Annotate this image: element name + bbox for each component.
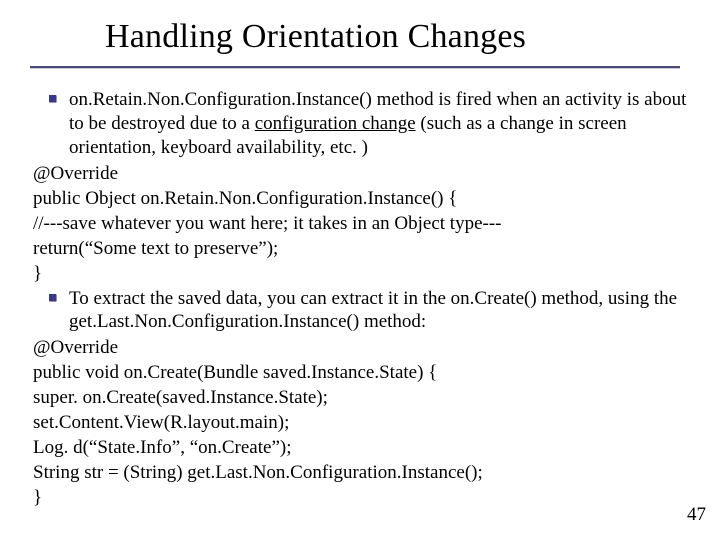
- code-line: return(“Some text to preserve”);: [33, 237, 688, 261]
- code-line: @Override: [33, 336, 688, 360]
- bullet-1-text-underlined: configuration change: [255, 113, 416, 134]
- slide-content: on.Retain.Non.Configuration.Instance() m…: [33, 88, 688, 511]
- slide-title: Handling Orientation Changes: [105, 18, 526, 56]
- bullet-item-2: To extract the saved data, you can extra…: [33, 287, 688, 335]
- code-line: //---save whatever you want here; it tak…: [33, 212, 688, 236]
- code-line: public void on.Create(Bundle saved.Insta…: [33, 361, 688, 385]
- code-line: Log. d(“State.Info”, “on.Create”);: [33, 436, 688, 460]
- square-bullet-icon: [49, 95, 56, 102]
- page-number: 47: [687, 504, 706, 526]
- code-line: public Object on.Retain.Non.Configuratio…: [33, 187, 688, 211]
- slide: Handling Orientation Changes on.Retain.N…: [0, 0, 720, 540]
- code-line: }: [33, 486, 688, 510]
- title-underline: [30, 66, 680, 68]
- code-line: set.Content.View(R.layout.main);: [33, 411, 688, 435]
- square-bullet-icon: [49, 294, 56, 301]
- code-line: super. on.Create(saved.Instance.State);: [33, 386, 688, 410]
- code-line: @Override: [33, 162, 688, 186]
- code-line: String str = (String) get.Last.Non.Confi…: [33, 461, 688, 485]
- code-line: }: [33, 262, 688, 286]
- bullet-2-text: To extract the saved data, you can extra…: [69, 288, 677, 333]
- bullet-item-1: on.Retain.Non.Configuration.Instance() m…: [33, 88, 688, 160]
